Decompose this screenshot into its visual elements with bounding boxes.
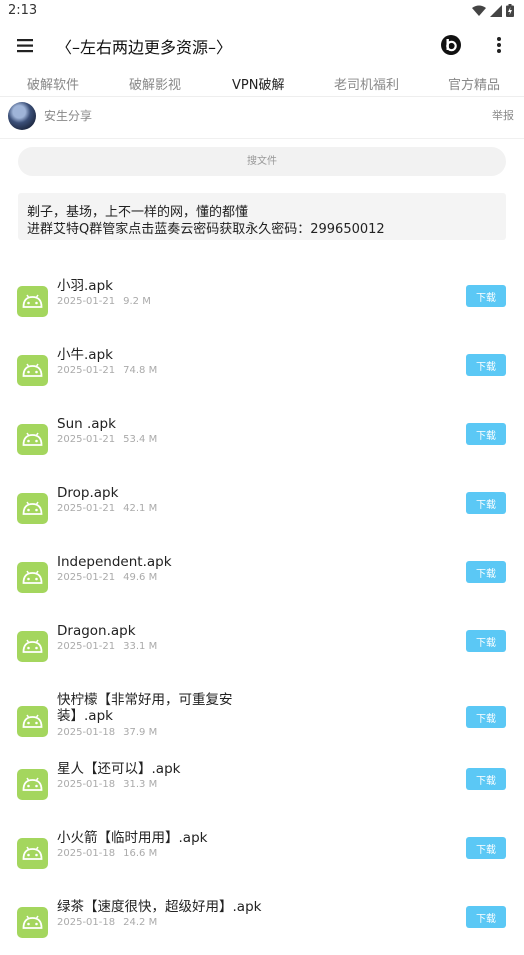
file-row[interactable]: Dragon.apk 2025-01-21 33.1 M 下载	[0, 623, 524, 679]
download-button[interactable]: 下载	[466, 354, 506, 376]
file-size: 42.1 M	[123, 503, 158, 514]
hamburger-menu-icon[interactable]	[14, 34, 38, 58]
tab-official-picks[interactable]: 官方精品	[448, 74, 500, 93]
notice-line-2: 进群艾特Q群管家点击蓝奏云密码获取永久密码：299650012	[27, 222, 385, 237]
download-button[interactable]: 下载	[466, 706, 506, 728]
android-app-icon	[17, 355, 48, 386]
file-size: 49.6 M	[123, 572, 158, 583]
file-date: 2025-01-21	[57, 503, 116, 514]
status-time: 2:13	[8, 3, 38, 18]
file-date: 2025-01-21	[57, 572, 116, 583]
file-name[interactable]: 小羽.apk	[57, 278, 287, 294]
file-name[interactable]: 小牛.apk	[57, 347, 287, 363]
uploader-name[interactable]: 安生分享	[44, 107, 92, 124]
android-app-icon	[17, 562, 48, 593]
file-name[interactable]: Dragon.apk	[57, 623, 287, 639]
file-date: 2025-01-21	[57, 365, 116, 376]
tab-driver-welfare[interactable]: 老司机福利	[334, 74, 399, 93]
android-app-icon	[17, 769, 48, 800]
file-size: 24.2 M	[123, 917, 158, 928]
file-row[interactable]: Independent.apk 2025-01-21 49.6 M 下载	[0, 554, 524, 610]
file-date: 2025-01-18	[57, 917, 116, 928]
download-button[interactable]: 下载	[466, 837, 506, 859]
file-date: 2025-01-18	[57, 848, 116, 859]
android-app-icon	[17, 838, 48, 869]
file-row[interactable]: 小羽.apk 2025-01-21 9.2 M 下载	[0, 278, 524, 334]
android-app-icon	[17, 907, 48, 938]
file-date: 2025-01-21	[57, 641, 116, 652]
file-name[interactable]: Sun .apk	[57, 416, 287, 432]
file-date: 2025-01-21	[57, 434, 116, 445]
file-name[interactable]: 绿茶【速度很快，超级好用】.apk	[57, 899, 287, 915]
file-size: 37.9 M	[123, 727, 158, 738]
file-size: 53.4 M	[123, 434, 158, 445]
file-name[interactable]: 星人【还可以】.apk	[57, 761, 287, 777]
file-size: 16.6 M	[123, 848, 158, 859]
download-button[interactable]: 下载	[466, 906, 506, 928]
file-row[interactable]: Sun .apk 2025-01-21 53.4 M 下载	[0, 416, 524, 472]
beats-icon[interactable]	[440, 34, 462, 56]
tab-vpn-crack[interactable]: VPN破解	[232, 74, 284, 93]
file-size: 31.3 M	[123, 779, 158, 790]
more-options-icon[interactable]	[488, 34, 510, 56]
tab-crack-software[interactable]: 破解软件	[27, 74, 79, 93]
page-title: 〈–左右两边更多资源–〉	[56, 38, 233, 57]
download-button[interactable]: 下载	[466, 423, 506, 445]
android-app-icon	[17, 706, 48, 737]
android-app-icon	[17, 493, 48, 524]
signal-icon	[490, 4, 502, 17]
search-input[interactable]	[18, 147, 506, 176]
avatar[interactable]	[8, 102, 36, 130]
tab-crack-video[interactable]: 破解影视	[129, 74, 181, 93]
report-link[interactable]: 举报	[492, 107, 514, 123]
android-app-icon	[17, 424, 48, 455]
file-row[interactable]: 星人【还可以】.apk 2025-01-18 31.3 M 下载	[0, 761, 524, 817]
file-row[interactable]: Drop.apk 2025-01-21 42.1 M 下载	[0, 485, 524, 541]
download-button[interactable]: 下载	[466, 492, 506, 514]
file-name[interactable]: 快柠檬【非常好用，可重复安装】.apk	[57, 692, 287, 724]
file-row[interactable]: 绿茶【速度很快，超级好用】.apk 2025-01-18 24.2 M 下载	[0, 899, 524, 955]
download-button[interactable]: 下载	[466, 630, 506, 652]
file-size: 74.8 M	[123, 365, 158, 376]
file-name[interactable]: 小火箭【临时用用】.apk	[57, 830, 287, 846]
file-date: 2025-01-18	[57, 727, 116, 738]
file-row[interactable]: 小牛.apk 2025-01-21 74.8 M 下载	[0, 347, 524, 403]
wifi-icon	[472, 5, 486, 16]
category-tabs: 破解软件 破解影视 VPN破解 老司机福利 官方精品	[0, 68, 524, 97]
file-name[interactable]: Independent.apk	[57, 554, 287, 570]
android-app-icon	[17, 286, 48, 317]
app-bar: 〈–左右两边更多资源–〉	[0, 24, 524, 68]
download-button[interactable]: 下载	[466, 285, 506, 307]
download-button[interactable]: 下载	[466, 768, 506, 790]
android-app-icon	[17, 631, 48, 662]
file-name[interactable]: Drop.apk	[57, 485, 287, 501]
file-date: 2025-01-21	[57, 296, 116, 307]
notice-box: 剃子，基场，上不一样的网，懂的都懂 进群艾特Q群管家点击蓝奏云密码获取永久密码：…	[18, 193, 506, 240]
file-size: 33.1 M	[123, 641, 158, 652]
download-button[interactable]: 下载	[466, 561, 506, 583]
uploader-row: 安生分享 举报	[0, 98, 524, 139]
battery-icon	[506, 4, 514, 17]
file-row[interactable]: 快柠檬【非常好用，可重复安装】.apk 2025-01-18 37.9 M 下载	[0, 692, 524, 748]
file-size: 9.2 M	[123, 296, 151, 307]
file-row[interactable]: 小火箭【临时用用】.apk 2025-01-18 16.6 M 下载	[0, 830, 524, 886]
file-date: 2025-01-18	[57, 779, 116, 790]
status-bar: 2:13	[0, 0, 524, 24]
